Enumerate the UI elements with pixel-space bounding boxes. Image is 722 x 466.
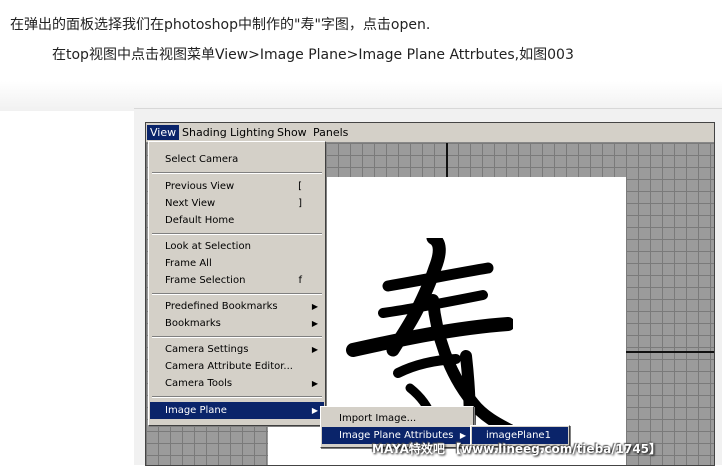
menu-item-bookmarks[interactable]: Bookmarks ▶: [150, 315, 324, 332]
menu-item-previous-view[interactable]: Previous View[: [150, 178, 324, 195]
menu-item-camera-tools[interactable]: Camera Tools ▶: [150, 375, 324, 392]
menubar-view[interactable]: View: [147, 125, 180, 140]
menubar-lighting[interactable]: Lighting: [227, 125, 277, 140]
menu-item-image-plane[interactable]: Image Plane ▶: [150, 402, 324, 419]
menubar-shading[interactable]: Shading: [179, 125, 230, 140]
watermark: MAYA特效吧 【www.lineeg.com/tieba/1745】: [372, 442, 662, 456]
menu-separator: [152, 396, 322, 398]
view-menu: Select Camera Previous View[ Next View] …: [148, 141, 326, 426]
menu-item-import-image[interactable]: Import Image...: [322, 410, 472, 427]
menu-item-default-home[interactable]: Default Home: [150, 212, 324, 229]
submenu-arrow-icon: ▶: [311, 379, 318, 388]
menubar-panels[interactable]: Panels: [310, 125, 351, 140]
shortcut-label: ]: [298, 198, 302, 209]
grid-axis-vertical: [446, 143, 448, 177]
menu-separator: [152, 336, 322, 338]
menu-item-camera-settings[interactable]: Camera Settings ▶: [150, 341, 324, 358]
grid-axis-horizontal: [626, 351, 714, 353]
menubar-show[interactable]: Show: [274, 125, 310, 140]
content-divider: [0, 81, 722, 111]
shortcut-label: f: [298, 275, 302, 286]
submenu-arrow-icon: ▶: [311, 406, 318, 415]
submenu-arrow-icon: ▶: [311, 302, 318, 311]
menu-item-select-camera[interactable]: Select Camera: [150, 151, 324, 168]
viewport-menubar: View Shading Lighting Show Panels: [146, 123, 714, 143]
menu-item-predefined-bookmarks[interactable]: Predefined Bookmarks ▶: [150, 298, 324, 315]
menu-separator: [152, 172, 322, 174]
menu-item-look-at-selection[interactable]: Look at Selection: [150, 238, 324, 255]
submenu-arrow-icon: ▶: [311, 319, 318, 328]
article-text-line2: 在top视图中点击视图菜单View>Image Plane>Image Plan…: [52, 47, 574, 63]
menu-item-frame-all[interactable]: Frame All: [150, 255, 324, 272]
menu-separator: [152, 233, 322, 235]
menu-item-frame-selection[interactable]: Frame Selection f: [150, 272, 324, 289]
submenu-arrow-icon: ▶: [311, 345, 318, 354]
menu-separator: [152, 293, 322, 295]
article-text-line1: 在弹出的面板选择我们在photoshop中制作的"寿"字图，点击open.: [10, 17, 431, 33]
shortcut-label: [: [298, 181, 302, 192]
menu-item-camera-attribute-editor[interactable]: Camera Attribute Editor...: [150, 358, 324, 375]
menu-item-next-view[interactable]: Next View]: [150, 195, 324, 212]
